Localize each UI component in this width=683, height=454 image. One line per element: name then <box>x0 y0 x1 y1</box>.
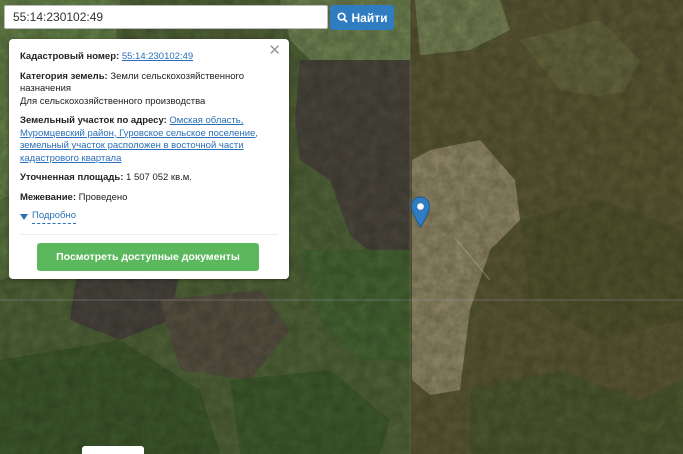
survey-label: Межевание: <box>20 191 76 203</box>
search-icon <box>336 12 348 23</box>
map-marker-icon[interactable] <box>410 196 431 228</box>
area-value: 1 507 052 кв.м. <box>126 172 192 183</box>
area-label: Уточненная площадь: <box>20 172 124 183</box>
details-link[interactable]: Подробно <box>32 210 76 224</box>
address-row: Земельный участок по адресу: Омская обла… <box>20 115 270 165</box>
land-category-row: Категория земель: Земли сельскохозяйстве… <box>20 71 270 109</box>
land-category-label: Категория земель: <box>20 70 108 82</box>
area-row: Уточненная площадь: 1 507 052 кв.м. <box>20 172 270 185</box>
view-documents-button[interactable]: Посмотреть доступные документы <box>37 243 259 271</box>
survey-value: Проведено <box>78 191 128 203</box>
close-icon[interactable]: ✕ <box>268 43 281 58</box>
cadastral-number-row: Кадастровый номер: 55:14:230102:49 <box>20 51 270 64</box>
details-toggle[interactable]: Подробно <box>20 210 270 224</box>
land-use-value: Для сельскохозяйственного производства <box>20 95 206 107</box>
cadastral-number-label: Кадастровый номер: <box>20 51 120 62</box>
parcel-info-popup: ✕ Кадастровый номер: 55:14:230102:49 Кат… <box>9 39 289 279</box>
cadastral-number-link[interactable]: 55:14:230102:49 <box>122 51 193 62</box>
search-button-label: Найти <box>351 10 388 25</box>
search-button[interactable]: Найти <box>330 5 394 30</box>
triangle-down-icon <box>20 213 28 220</box>
divider <box>20 234 278 235</box>
map-bottom-tab <box>82 446 144 454</box>
survey-row: Межевание: Проведено <box>20 192 270 205</box>
search-input[interactable] <box>4 5 328 29</box>
address-label: Земельный участок по адресу: <box>20 115 167 126</box>
